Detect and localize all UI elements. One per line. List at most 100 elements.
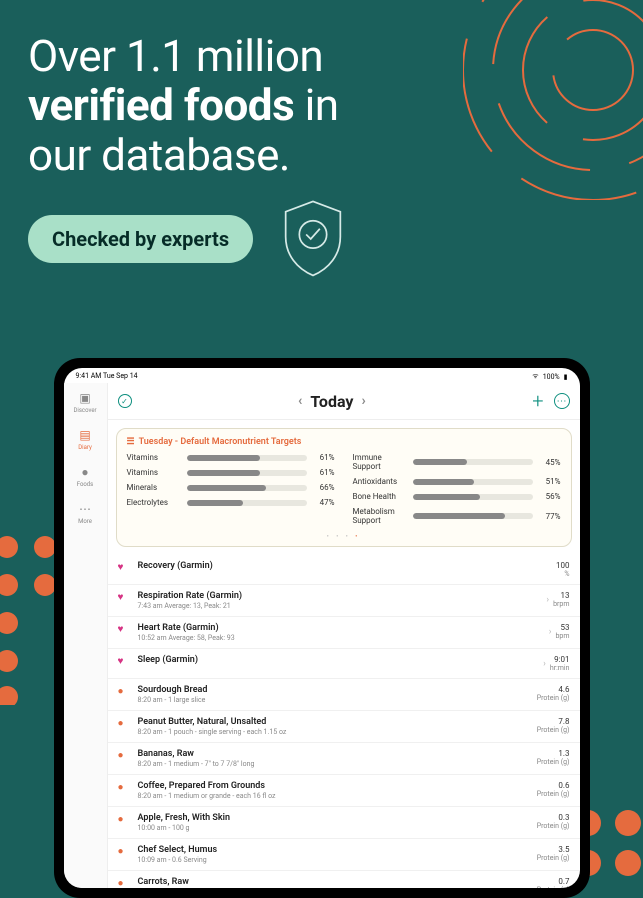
today-label: Today: [310, 392, 353, 411]
list-item[interactable]: ● Sourdough Bread 8:20 am - 1 large slic…: [108, 679, 580, 711]
progress-bar: [413, 494, 533, 500]
target-label: Immune Support: [353, 453, 407, 471]
item-subtitle: 10:09 am - 0.6 Serving: [138, 856, 529, 864]
chevron-left-icon[interactable]: ‹: [298, 393, 302, 409]
target-label: Vitamins: [127, 468, 181, 477]
item-unit: %: [556, 570, 570, 578]
battery-icon: ▮: [564, 373, 568, 381]
food-icon: ●: [118, 846, 130, 857]
item-unit: hr:min: [550, 664, 570, 672]
item-title: Peanut Butter, Natural, Unsalted: [138, 717, 529, 727]
target-row: Antioxidants51%: [353, 477, 561, 486]
add-button[interactable]: +: [532, 389, 543, 413]
menu-icon: ☰: [127, 437, 135, 447]
item-unit: Protein (g): [537, 790, 570, 798]
sidebar: ▣Discover ▤Diary ●Foods ⋯ More: [64, 383, 108, 888]
item-value: 13: [561, 591, 570, 600]
list-item[interactable]: ● Chef Select, Humus 10:09 am - 0.6 Serv…: [108, 839, 580, 871]
item-subtitle: 8:20 am - 1 medium - 7" to 7 7/8" long: [138, 760, 529, 768]
item-value: 53: [561, 623, 570, 632]
item-value: 0.3: [558, 813, 569, 822]
item-unit: Protein (g): [537, 854, 570, 862]
item-unit: Protein (g): [537, 726, 570, 734]
item-title: Apple, Fresh, With Skin: [138, 813, 529, 823]
item-unit: Protein (g): [537, 758, 570, 766]
health-icon: ♥: [118, 656, 130, 667]
food-icon: ●: [118, 718, 130, 729]
diary-list[interactable]: ♥ Recovery (Garmin) 100% ♥ Respiration R…: [108, 555, 580, 888]
list-item[interactable]: ● Coffee, Prepared From Grounds 8:20 am …: [108, 775, 580, 807]
food-icon: ●: [118, 782, 130, 793]
check-circle-icon[interactable]: ✓: [118, 394, 132, 408]
tablet-frame: 9:41 AM Tue Sep 14 ᯤ 100% ▮ ▣Discover ▤Di…: [54, 358, 590, 898]
macronutrient-targets-card[interactable]: ☰ Tuesday - Default Macronutrient Target…: [116, 428, 572, 547]
list-item[interactable]: ● Peanut Butter, Natural, Unsalted 8:20 …: [108, 711, 580, 743]
progress-bar: [413, 459, 533, 465]
target-label: Metabolism Support: [353, 507, 407, 525]
target-label: Minerals: [127, 483, 181, 492]
list-item[interactable]: ● Apple, Fresh, With Skin 10:00 am - 100…: [108, 807, 580, 839]
progress-bar: [187, 470, 307, 476]
topbar: ✓ ‹ Today › + ⋯: [108, 383, 580, 420]
item-unit: bpm: [556, 632, 570, 640]
list-item[interactable]: ♥ Heart Rate (Garmin) 10:52 am Average: …: [108, 617, 580, 649]
status-right: ᯤ 100% ▮: [532, 372, 567, 381]
page-indicator: • • • •: [127, 533, 561, 540]
item-title: Recovery (Garmin): [138, 561, 549, 571]
sidebar-item-more[interactable]: ⋯ More: [78, 502, 92, 525]
list-item[interactable]: ♥ Recovery (Garmin) 100%: [108, 555, 580, 585]
target-pct: 56%: [539, 492, 561, 501]
item-subtitle: 10:52 am Average: 58, Peak: 93: [138, 634, 541, 642]
item-title: Sleep (Garmin): [138, 655, 536, 665]
app-screen: 9:41 AM Tue Sep 14 ᯤ 100% ▮ ▣Discover ▤Di…: [64, 368, 580, 888]
diary-icon: ▤: [78, 428, 92, 442]
hero: Over 1.1 million verified foods in our d…: [0, 0, 643, 280]
sidebar-item-discover[interactable]: ▣Discover: [73, 391, 96, 414]
item-value: 3.5: [558, 845, 569, 854]
item-subtitle: 8:20 am - 1 medium or grande - each 16 f…: [138, 792, 529, 800]
health-icon: ♥: [118, 592, 130, 603]
item-title: Heart Rate (Garmin): [138, 623, 541, 633]
item-value: 100: [556, 561, 570, 570]
chevron-right-icon: ›: [549, 627, 552, 637]
target-pct: 61%: [313, 468, 335, 477]
experts-badge: Checked by experts: [28, 215, 253, 263]
target-pct: 66%: [313, 483, 335, 492]
chevron-right-icon[interactable]: ›: [361, 393, 365, 409]
hero-headline: Over 1.1 million verified foods in our d…: [28, 32, 615, 180]
item-title: Sourdough Bread: [138, 685, 529, 695]
date-navigator[interactable]: ‹ Today ›: [298, 392, 366, 411]
sidebar-item-foods[interactable]: ●Foods: [77, 465, 94, 488]
item-title: Bananas, Raw: [138, 749, 529, 759]
sidebar-item-diary[interactable]: ▤Diary: [78, 428, 92, 451]
list-item[interactable]: ♥ Respiration Rate (Garmin) 7:43 am Aver…: [108, 585, 580, 617]
item-title: Chef Select, Humus: [138, 845, 529, 855]
target-row: Vitamins 61%: [127, 468, 335, 477]
health-icon: ♥: [118, 562, 130, 573]
list-item[interactable]: ● Bananas, Raw 8:20 am - 1 medium - 7" t…: [108, 743, 580, 775]
status-time: 9:41 AM Tue Sep 14: [76, 372, 138, 381]
list-item[interactable]: ● Carrots, Raw 10:09 am - 0.5 cup 0.7Pro…: [108, 871, 580, 888]
chevron-right-icon: ›: [543, 659, 546, 669]
item-unit: Protein (g): [537, 886, 570, 888]
food-icon: ●: [118, 814, 130, 825]
sidebar-item-label: More: [78, 518, 92, 525]
item-value: 1.3: [558, 749, 569, 758]
progress-bar: [187, 485, 307, 491]
list-item[interactable]: ♥ Sleep (Garmin) › 9:01hr:min: [108, 649, 580, 679]
more-icon: ⋯: [78, 502, 92, 516]
target-label: Bone Health: [353, 492, 407, 501]
target-label: Electrolytes: [127, 498, 181, 507]
status-bar: 9:41 AM Tue Sep 14 ᯤ 100% ▮: [64, 368, 580, 383]
target-row: Bone Health 56%: [353, 492, 561, 501]
food-icon: ●: [118, 878, 130, 888]
wifi-icon: ᯤ: [532, 372, 538, 381]
more-menu-button[interactable]: ⋯: [554, 393, 570, 409]
chevron-right-icon: ›: [546, 595, 549, 605]
item-subtitle: 8:20 am - 1 pouch - single serving - eac…: [138, 728, 529, 736]
progress-bar: [413, 513, 533, 519]
item-subtitle: 10:00 am - 100 g: [138, 824, 529, 832]
food-icon: ●: [118, 750, 130, 761]
item-title: Carrots, Raw: [138, 877, 529, 887]
item-subtitle: 8:20 am - 1 large slice: [138, 696, 529, 704]
